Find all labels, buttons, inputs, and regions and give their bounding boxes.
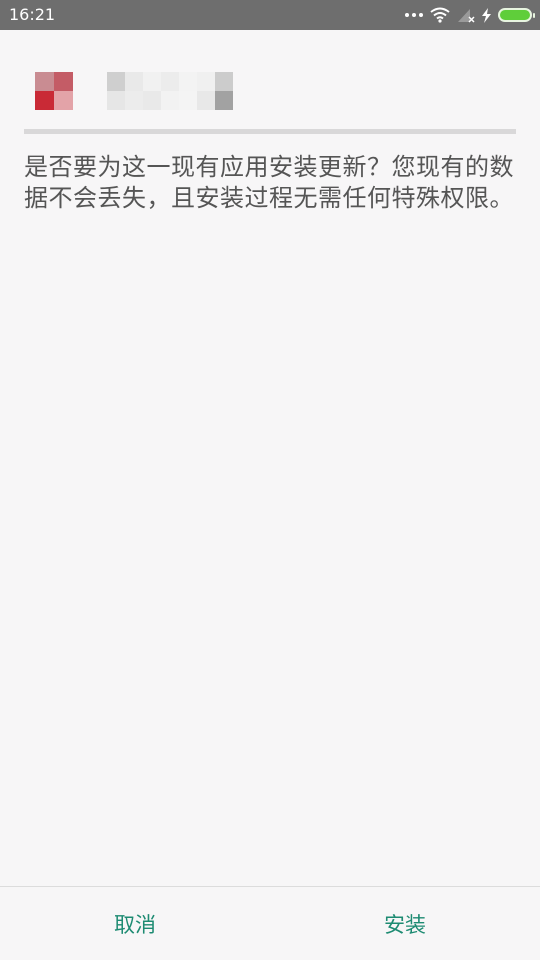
- install-update-screen: 16:21 是否要为这一现有应用安装更新？您现有的数据不会丢失，且安装过程无需任…: [0, 0, 540, 960]
- cancel-button[interactable]: 取消: [0, 887, 270, 960]
- charging-icon: [482, 7, 491, 23]
- status-icons: [405, 5, 535, 25]
- more-dots-icon: [405, 13, 423, 17]
- wifi-icon: [430, 7, 450, 23]
- signal-no-sim-icon: [458, 9, 475, 23]
- status-bar: 16:21: [0, 0, 540, 30]
- action-bar: 取消 安装: [0, 886, 540, 960]
- install-message: 是否要为这一现有应用安装更新？您现有的数据不会丢失，且安装过程无需任何特殊权限。: [24, 153, 514, 212]
- install-button[interactable]: 安装: [270, 887, 540, 960]
- app-name-pixelated-image: [107, 72, 235, 110]
- battery-icon: [498, 8, 535, 22]
- header-divider: [24, 129, 516, 134]
- app-icon: [35, 72, 73, 110]
- status-time: 16:21: [9, 5, 56, 24]
